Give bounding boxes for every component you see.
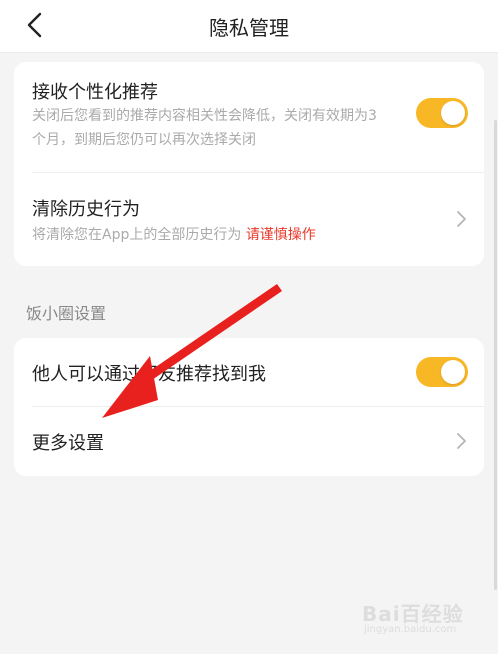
section-label: 饭小圈设置 [26, 304, 107, 323]
scrollbar[interactable] [494, 120, 497, 590]
page-title: 隐私管理 [209, 16, 289, 40]
watermark-logo: Bai百经验 jingyan.baidu.com [362, 598, 480, 638]
clear-history-warning: 请谨慎操作 [245, 227, 316, 243]
clear-history-desc-text: 将清除您在App上的全部历史行为 [32, 227, 242, 243]
friend-recommend-row: 他人可以通过好友推荐找到我 [14, 338, 484, 406]
clear-history-title: 清除历史行为 [32, 199, 140, 220]
personalized-recommend-row: 接收个性化推荐 关闭后您看到的推荐内容相关性会降低，关闭有效期为3个月，到期后您… [14, 62, 484, 172]
toggle-knob [441, 360, 465, 384]
friend-recommend-toggle[interactable] [416, 357, 468, 387]
top-bar: 隐私管理 [0, 0, 498, 53]
personalized-recommend-title: 接收个性化推荐 [32, 82, 158, 103]
friend-recommend-title: 他人可以通过好友推荐找到我 [32, 364, 266, 385]
clear-history-row[interactable]: 清除历史行为 将清除您在App上的全部历史行为 请谨慎操作 [14, 173, 484, 266]
watermark-text: Bai百经验 [362, 602, 464, 626]
toggle-knob [441, 101, 465, 125]
watermark-sub: jingyan.baidu.com [364, 624, 457, 635]
chevron-right-icon [457, 433, 466, 449]
personalized-recommend-desc: 关闭后您看到的推荐内容相关性会降低，关闭有效期为3个月，到期后您仍可以再次选择关… [32, 108, 377, 148]
privacy-card: 接收个性化推荐 关闭后您看到的推荐内容相关性会降低，关闭有效期为3个月，到期后您… [14, 62, 484, 266]
more-settings-title: 更多设置 [32, 433, 104, 454]
more-settings-row[interactable]: 更多设置 [14, 407, 484, 476]
circle-settings-card: 他人可以通过好友推荐找到我 更多设置 [14, 338, 484, 476]
personalized-recommend-toggle[interactable] [416, 98, 468, 128]
clear-history-desc: 将清除您在App上的全部历史行为 请谨慎操作 [32, 223, 452, 247]
chevron-right-icon [457, 211, 466, 227]
